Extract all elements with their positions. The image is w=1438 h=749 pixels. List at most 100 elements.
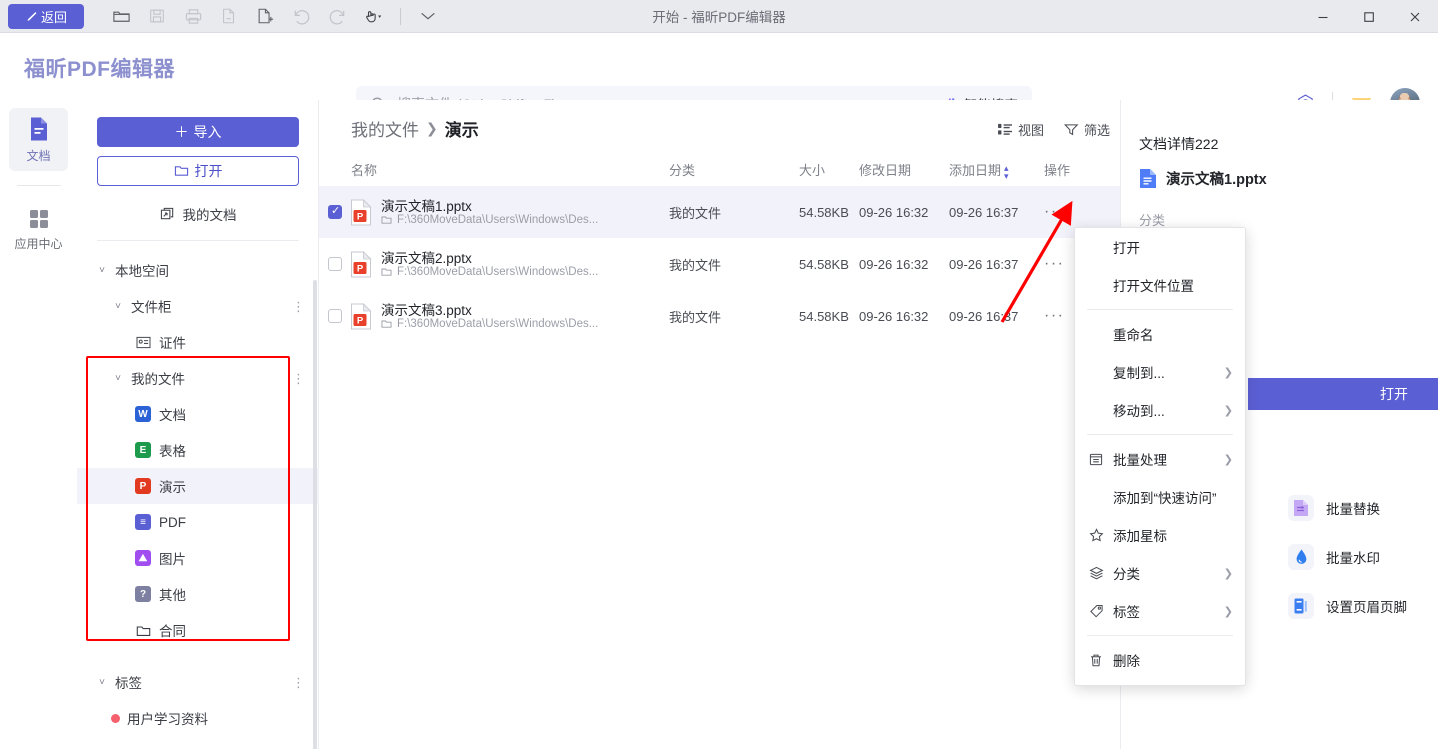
context-menu-item-add-to-quick-access[interactable]: 添加到“快速访问” xyxy=(1075,478,1245,516)
tree-item-word-docs[interactable]: W 文档 xyxy=(77,396,319,432)
tree-item-my-files[interactable]: ˅ 我的文件 ⋮ xyxy=(77,360,319,396)
tree-item-label: 文件柜 xyxy=(131,300,172,315)
tree-item-other[interactable]: ? 其他 xyxy=(77,576,319,612)
context-menu-item-move-to[interactable]: 移动到... ❯ xyxy=(1075,391,1245,429)
column-header-size[interactable]: 大小 xyxy=(799,160,825,179)
row-checkbox[interactable] xyxy=(328,257,342,271)
tree-item-images[interactable]: ⛰ 图片 xyxy=(77,540,319,576)
tree-item-pdf[interactable]: ≡ PDF xyxy=(77,504,319,540)
excel-icon: E xyxy=(135,442,151,458)
context-menu-item-open-file-location[interactable]: 打开文件位置 xyxy=(1075,266,1245,304)
redo-icon[interactable] xyxy=(322,3,352,29)
table-header: 名称 分类 大小 修改日期 添加日期 ▴ ▾ 操作 xyxy=(319,154,1120,186)
context-menu-item-rename[interactable]: 重命名 xyxy=(1075,315,1245,353)
app-header: 福昕PDF编辑器 搜索文件 (Ctrl + Shift + F) xyxy=(0,33,1438,122)
table-row[interactable]: P 演示文稿1.pptx F:\360MoveData\Users\Window… xyxy=(319,186,1120,238)
folder-icon xyxy=(135,622,151,638)
column-header-category[interactable]: 分类 xyxy=(669,160,695,179)
nav-scrollbar[interactable] xyxy=(313,280,317,749)
sidebar-item-documents[interactable]: 文档 xyxy=(9,108,68,171)
tree-item-certificates[interactable]: 证件 xyxy=(77,324,319,360)
context-menu-item-add-star[interactable]: 添加星标 xyxy=(1075,516,1245,554)
pptx-file-icon: P xyxy=(350,199,372,226)
back-button-label: 返回 xyxy=(40,9,67,25)
chevron-right-icon: ❯ xyxy=(1223,453,1233,466)
back-button[interactable]: 返回 xyxy=(8,3,84,29)
file-category: 我的文件 xyxy=(669,309,722,325)
tree-item-more-icon[interactable]: ⋮ xyxy=(292,300,305,313)
context-menu-item-batch-process[interactable]: 批量处理 ❯ xyxy=(1075,440,1245,478)
context-menu-item-tag[interactable]: 标签 ❯ xyxy=(1075,592,1245,630)
maximize-button[interactable] xyxy=(1346,0,1392,33)
open-button[interactable]: 打开 xyxy=(97,156,299,186)
context-menu-item-copy-to[interactable]: 复制到... ❯ xyxy=(1075,353,1245,391)
breadcrumb-root[interactable]: 我的文件 xyxy=(351,116,419,141)
context-menu-item-label: 复制到... xyxy=(1113,366,1165,381)
view-button[interactable]: 视图 xyxy=(998,120,1044,139)
column-header-name[interactable]: 名称 xyxy=(351,160,377,179)
tree-item-more-icon[interactable]: ⋮ xyxy=(292,676,305,689)
tree-item-spreadsheets[interactable]: E 表格 xyxy=(77,432,319,468)
image-icon: ⛰ xyxy=(135,550,151,566)
my-documents-link[interactable]: 我的文档 xyxy=(97,200,299,228)
context-menu-item-delete[interactable]: 删除 xyxy=(1075,641,1245,679)
batch-watermark-label: 批量水印 xyxy=(1326,550,1380,566)
quick-access-toolbar xyxy=(106,3,443,29)
tree-item-local-space[interactable]: ˅ 本地空间 xyxy=(77,252,319,288)
tree-item-tags[interactable]: ˅ 标签 ⋮ xyxy=(77,664,319,700)
tree-item-label: 证件 xyxy=(159,336,186,351)
new-page-icon[interactable] xyxy=(250,3,280,29)
batch-watermark-tool[interactable]: 批量水印 xyxy=(1288,532,1438,581)
file-name: 演示文稿3.pptx xyxy=(381,303,472,318)
chevron-down-icon[interactable] xyxy=(413,3,443,29)
sidebar-item-app-center[interactable]: 应用中心 xyxy=(9,200,68,259)
table-row[interactable]: P 演示文稿2.pptx F:\360MoveData\Users\Window… xyxy=(319,238,1120,290)
context-menu-separator xyxy=(1087,309,1233,310)
other-icon: ? xyxy=(135,586,151,602)
details-file: 演示文稿1.pptx xyxy=(1139,168,1267,189)
tree-item-presentations[interactable]: P 演示 xyxy=(77,468,319,504)
row-checkbox[interactable] xyxy=(328,309,342,323)
context-menu-item-label: 删除 xyxy=(1113,654,1140,669)
copy-page-icon[interactable] xyxy=(214,3,244,29)
file-path-text: F:\360MoveData\Users\Windows\Des... xyxy=(397,214,599,226)
foxit-pdf-editor-window: 返回 开始 - 福昕PDF编辑器 福昕PDF编辑器 搜索文件 (Ctrl + S… xyxy=(0,0,1438,749)
column-header-modified[interactable]: 修改日期 xyxy=(859,160,911,179)
file-size: 54.58KB xyxy=(799,308,849,324)
row-more-actions-button[interactable]: ··· xyxy=(1044,255,1064,273)
tree-item-user-learning-materials[interactable]: 用户学习资料 xyxy=(77,700,319,736)
header-footer-tool[interactable]: 设置页眉页脚 xyxy=(1288,581,1438,630)
tree-item-more-icon[interactable]: ⋮ xyxy=(292,372,305,385)
column-header-added[interactable]: 添加日期 ▴ ▾ xyxy=(949,160,1009,180)
file-size: 54.58KB xyxy=(799,256,849,272)
open-button-label: 打开 xyxy=(194,163,223,179)
context-menu-item-label: 标签 xyxy=(1113,605,1140,620)
table-row[interactable]: P 演示文稿3.pptx F:\360MoveData\Users\Window… xyxy=(319,290,1120,342)
details-file-name: 演示文稿1.pptx xyxy=(1166,172,1267,188)
file-path: F:\360MoveData\Users\Windows\Des... xyxy=(381,318,598,330)
import-button[interactable]: ＋ 导入 xyxy=(97,117,299,147)
print-icon[interactable] xyxy=(178,3,208,29)
tree-item-contracts[interactable]: 合同 xyxy=(77,612,319,648)
undo-icon[interactable] xyxy=(286,3,316,29)
context-menu-item-open[interactable]: 打开 xyxy=(1075,228,1245,266)
pptx-file-icon: P xyxy=(350,303,372,330)
tree-item-cabinet[interactable]: ˅ 文件柜 ⋮ xyxy=(77,288,319,324)
row-checkbox[interactable] xyxy=(328,204,342,219)
context-menu-item-category[interactable]: 分类 ❯ xyxy=(1075,554,1245,592)
close-button[interactable] xyxy=(1392,0,1438,33)
row-more-actions-button[interactable]: ··· xyxy=(1044,307,1064,325)
tree-item-label: 用户学习资料 xyxy=(127,712,208,727)
details-open-button[interactable]: 打开 xyxy=(1248,378,1438,410)
filter-button[interactable]: 筛选 xyxy=(1063,120,1110,139)
svg-text:P: P xyxy=(357,316,364,327)
chevron-down-icon: ˅ xyxy=(115,372,121,384)
tag-dot-red-icon xyxy=(111,713,120,723)
minimize-button[interactable] xyxy=(1300,0,1346,33)
open-folder-icon[interactable] xyxy=(106,3,136,29)
row-more-actions-button[interactable]: ··· xyxy=(1044,203,1064,221)
batch-replace-tool[interactable]: 批量替换 xyxy=(1288,483,1438,532)
hand-tool-icon[interactable] xyxy=(358,3,388,29)
window-controls xyxy=(1300,0,1438,33)
save-icon[interactable] xyxy=(142,3,172,29)
